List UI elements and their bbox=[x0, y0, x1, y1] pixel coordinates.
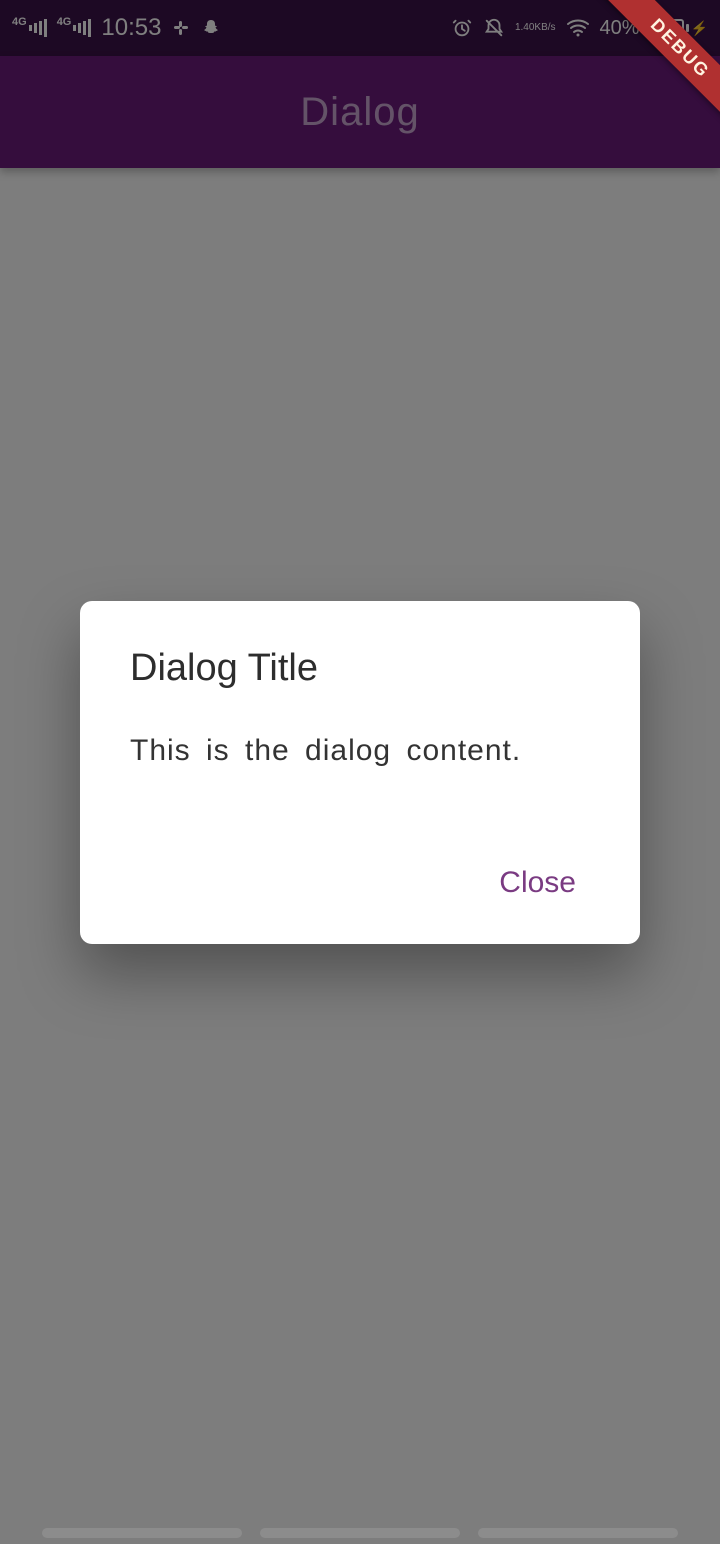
dialog-content: This is the dialog content. bbox=[130, 734, 590, 768]
close-button[interactable]: Close bbox=[485, 858, 590, 908]
nav-pill[interactable] bbox=[42, 1528, 242, 1538]
dialog-title: Dialog Title bbox=[130, 647, 590, 690]
nav-pill[interactable] bbox=[260, 1528, 460, 1538]
alert-dialog: Dialog Title This is the dialog content.… bbox=[80, 601, 640, 944]
nav-pill[interactable] bbox=[478, 1528, 678, 1538]
modal-scrim[interactable]: Dialog Title This is the dialog content.… bbox=[0, 0, 720, 1544]
dialog-actions: Close bbox=[130, 858, 590, 908]
nav-gesture-bar bbox=[0, 1528, 720, 1538]
